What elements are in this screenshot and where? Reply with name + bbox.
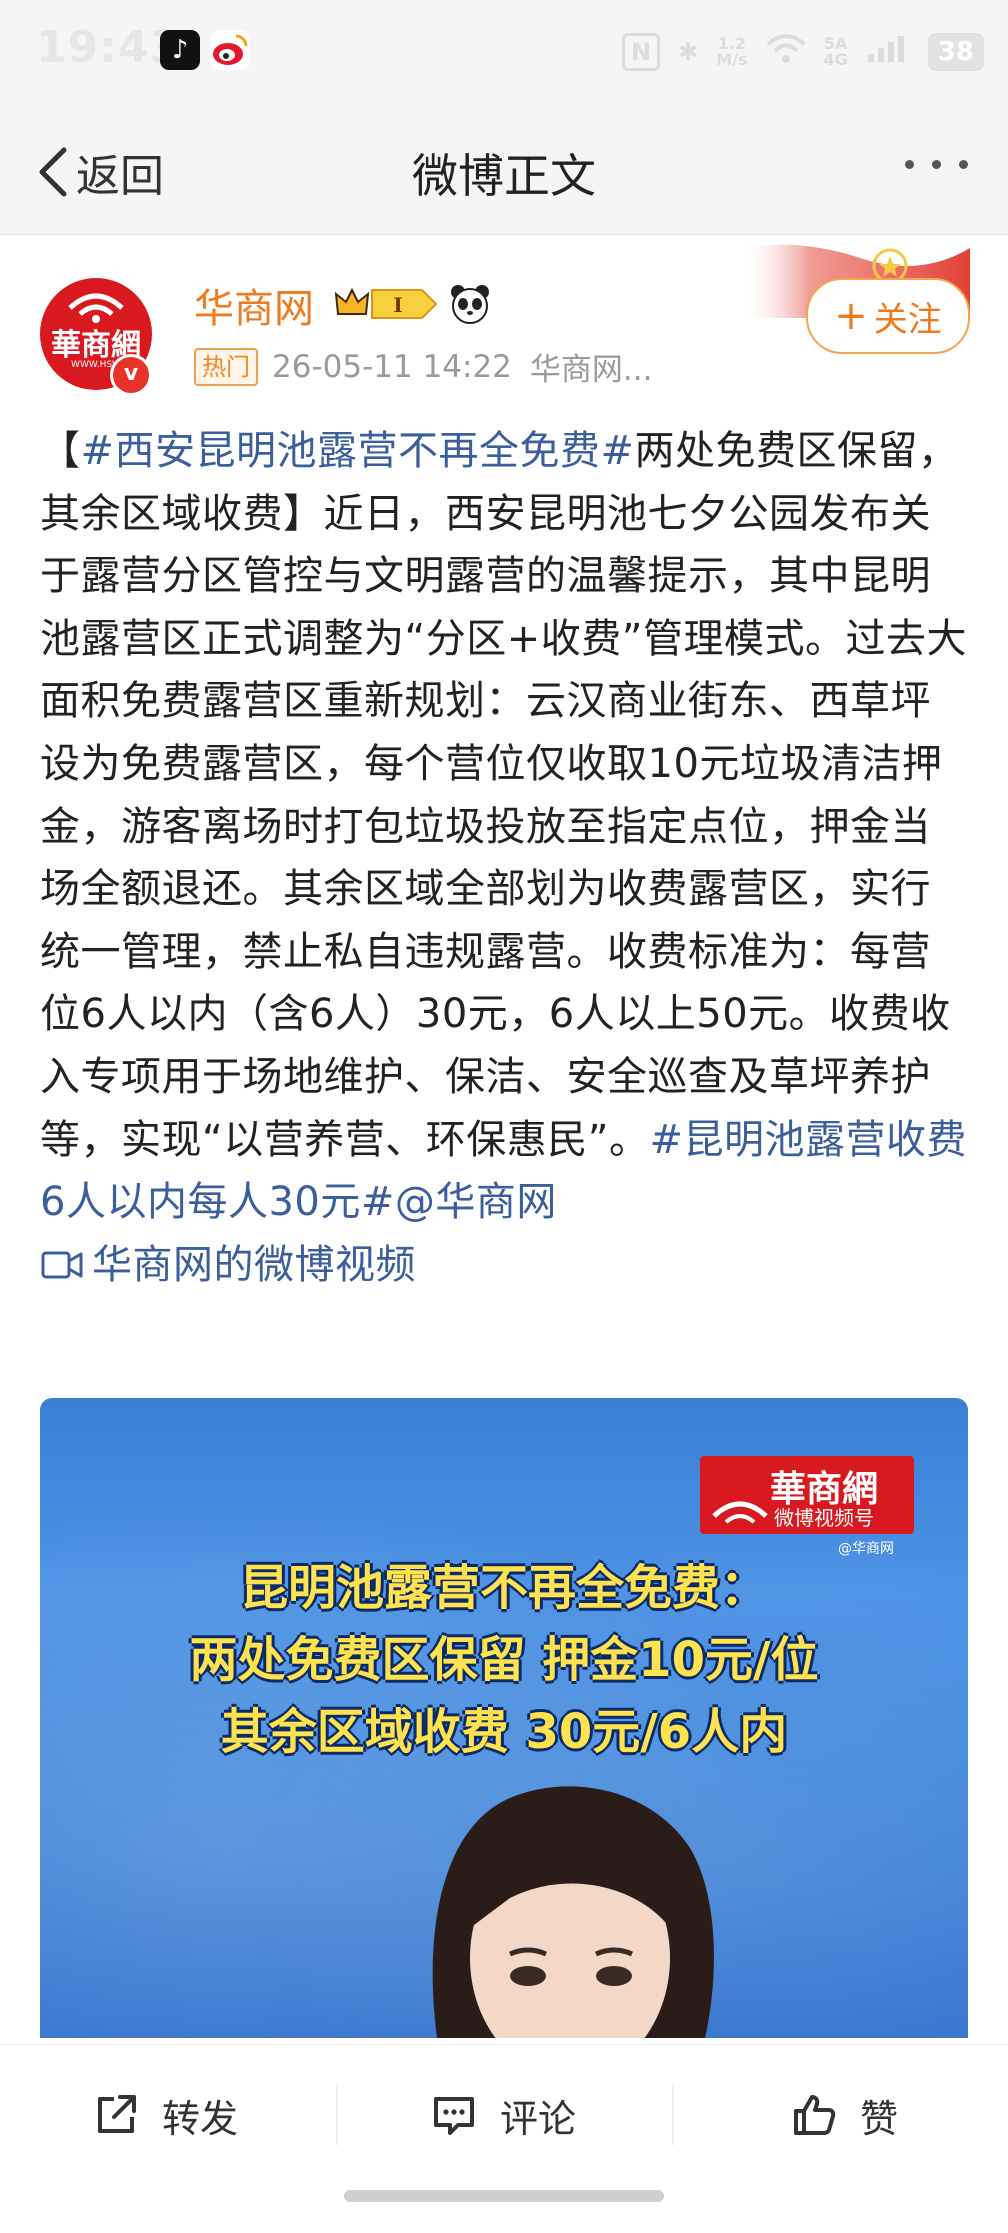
post-text-segment: 两处免费区保留，其余区域收费】近日，西安昆明池七夕公园发布关于露营分区管控与文明… — [40, 428, 967, 1163]
bluetooth-icon: ✱ — [678, 38, 699, 66]
post-meta: 热门 26-05-11 14:22 华商网... — [194, 344, 652, 389]
repost-label: 转发 — [162, 2096, 239, 2141]
video-logo-subtitle: 微博视频号 — [774, 1506, 874, 1530]
status-bar: 19:43 ♪ N ✱ 1.2 M/s 5A 4G 38 — [0, 0, 1008, 110]
video-camera-icon — [41, 1251, 83, 1279]
video-headline-1: 昆明池露营不再全免费： — [239, 1560, 768, 1616]
nav-bar: 返回 微博正文 — [0, 110, 1008, 235]
hashtag-link[interactable]: #西安昆明池露营不再全免费# — [81, 428, 635, 474]
wifi-icon — [766, 34, 806, 70]
post-time: 26-05-11 14:22 — [272, 348, 512, 385]
signal-type: 5A 4G — [823, 34, 848, 69]
repost-icon — [98, 2095, 136, 2133]
panda-icon — [451, 285, 489, 324]
video-headline-3: 其余区域收费 30元/6人内 — [220, 1704, 788, 1760]
author-name[interactable]: 华商网 — [194, 276, 314, 334]
comment-button[interactable]: 评论 — [430, 2085, 576, 2145]
home-indicator[interactable] — [344, 2190, 664, 2202]
plus-icon: + — [834, 293, 868, 339]
post-source: 华商网... — [529, 352, 653, 388]
video-channel-logo: 華商網 微博视频号 — [700, 1456, 914, 1534]
hsw-logo-icon — [712, 1501, 768, 1524]
comment-label: 评论 — [500, 2096, 577, 2141]
more-button[interactable] — [905, 160, 968, 169]
nfc-icon: N — [622, 33, 661, 71]
more-dot-icon — [905, 160, 914, 169]
status-icons: N ✱ 1.2 M/s 5A 4G 38 — [622, 30, 984, 74]
thumbs-up-icon — [794, 2095, 836, 2135]
weibo-notification-icon — [210, 30, 250, 70]
like-button[interactable]: 赞 — [790, 2085, 898, 2145]
video-link[interactable]: 华商网的微博视频 — [40, 1242, 416, 1288]
post-text-segment: 【 — [40, 428, 81, 474]
repost-button[interactable]: 转发 — [92, 2085, 238, 2145]
network-speed: 1.2 M/s — [716, 34, 748, 69]
news-anchor-image — [432, 1786, 714, 2038]
follow-label: 关注 — [873, 299, 942, 340]
comment-icon — [434, 2097, 474, 2135]
video-link-label: 华商网的微博视频 — [92, 1241, 416, 1288]
verified-icon: v — [110, 354, 152, 396]
action-divider — [672, 2085, 674, 2145]
post-text: 【#西安昆明池露营不再全免费#两处免费区保留，其余区域收费】近日，西安昆明池七夕… — [40, 420, 970, 1296]
video-headline-2: 两处免费区保留 押金10元/位 — [189, 1632, 819, 1688]
video-thumbnail[interactable]: 華商網 微博视频号 @华商网 昆明池露营不再全免费： 两处免费区保留 押金10元… — [40, 1398, 968, 2038]
battery-indicator: 38 — [927, 33, 984, 71]
more-dot-icon — [959, 160, 968, 169]
mention-link[interactable]: @华商网 — [395, 1179, 557, 1225]
action-divider — [336, 2085, 338, 2145]
hsw-logo-icon — [68, 293, 124, 323]
signal-icon — [866, 34, 910, 70]
page-title: 微博正文 — [412, 149, 596, 203]
action-bar: 转发 评论 赞 — [0, 2044, 1008, 2233]
vip-level: I — [393, 293, 402, 317]
tiktok-notification-icon: ♪ — [160, 30, 200, 70]
vip-badge-icon: I — [334, 287, 438, 319]
hot-badge: 热门 — [194, 347, 258, 386]
more-dot-icon — [932, 160, 941, 169]
like-label: 赞 — [860, 2096, 899, 2141]
follow-button[interactable]: + 关注 — [806, 278, 970, 354]
